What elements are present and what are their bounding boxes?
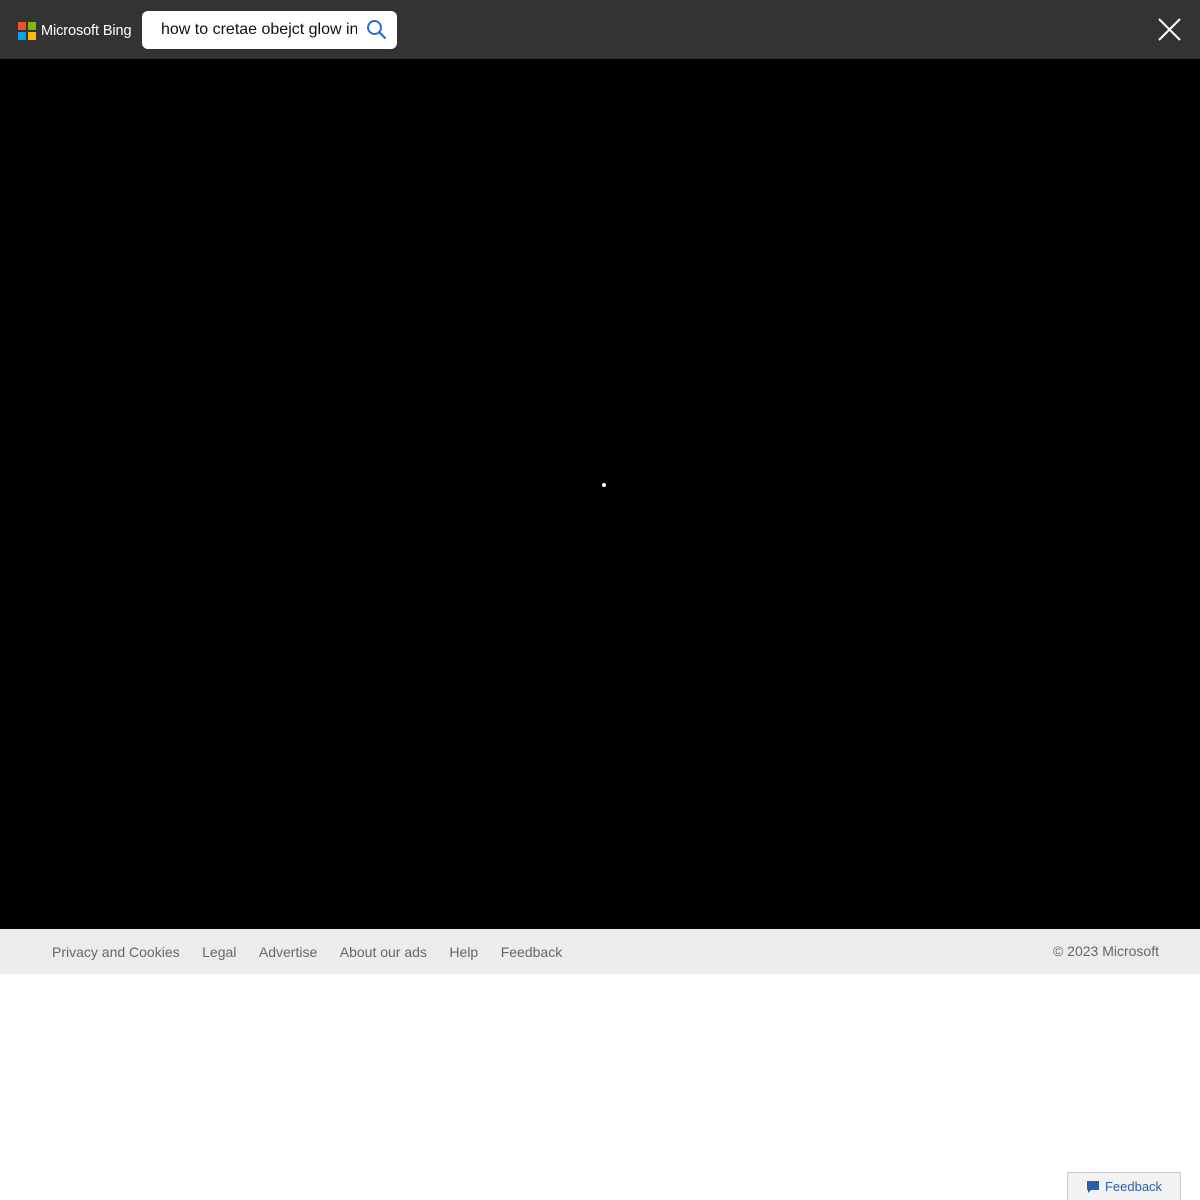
chat-bubble-icon — [1086, 1180, 1099, 1193]
search-input[interactable] — [161, 11, 357, 49]
close-icon — [1158, 18, 1181, 41]
top-bar: Microsoft Bing — [0, 0, 1200, 59]
media-viewer — [0, 59, 1200, 929]
footer-link-help[interactable]: Help — [449, 944, 478, 960]
footer-link-legal[interactable]: Legal — [202, 944, 236, 960]
search-box — [142, 11, 397, 49]
search-icon — [367, 20, 387, 40]
brand-name: Microsoft Bing — [41, 22, 132, 39]
feedback-button[interactable]: Feedback — [1067, 1172, 1181, 1200]
search-button[interactable] — [365, 18, 389, 42]
footer-link-feedback[interactable]: Feedback — [501, 944, 562, 960]
copyright: © 2023 Microsoft — [1052, 943, 1159, 959]
footer-link-privacy[interactable]: Privacy and Cookies — [52, 944, 180, 960]
footer: Privacy and Cookies Legal Advertise Abou… — [0, 929, 1200, 974]
feedback-button-label: Feedback — [1104, 1179, 1163, 1194]
bing-logo[interactable]: Microsoft Bing — [18, 21, 132, 40]
microsoft-logo-icon — [18, 21, 36, 40]
loading-dot — [602, 483, 606, 487]
footer-links: Privacy and Cookies Legal Advertise Abou… — [52, 929, 585, 974]
footer-link-about-ads[interactable]: About our ads — [340, 944, 427, 960]
close-button[interactable] — [1157, 17, 1182, 42]
footer-link-advertise[interactable]: Advertise — [259, 944, 317, 960]
